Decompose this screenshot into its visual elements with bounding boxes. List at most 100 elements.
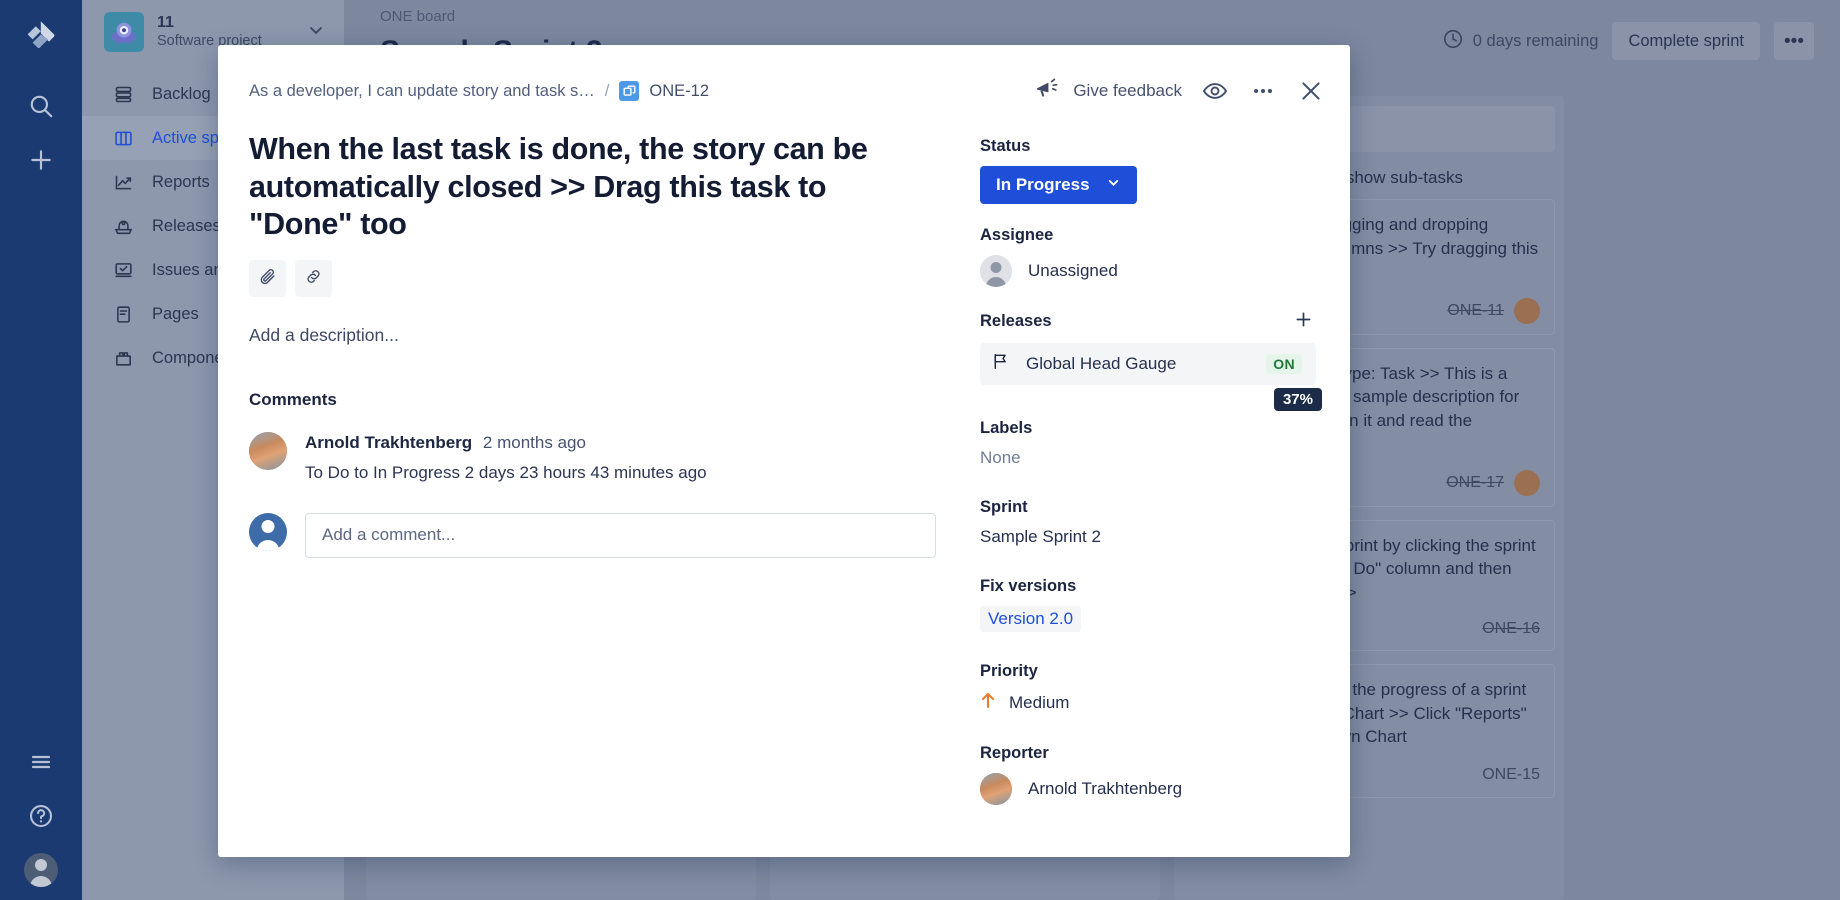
- releases-label: Releases: [980, 312, 1052, 331]
- field-status: Status In Progress: [980, 137, 1316, 204]
- more-options-icon[interactable]: [1248, 76, 1278, 106]
- field-reporter: Reporter Arnold Trakhtenberg: [980, 744, 1316, 805]
- rocket-avatar-icon: [104, 12, 144, 52]
- issues-icon: [112, 259, 134, 281]
- subtask-type-icon: [619, 81, 639, 101]
- link-icon: [304, 267, 323, 289]
- release-row[interactable]: Global Head Gauge ON 37%: [980, 343, 1316, 385]
- issue-key: ONE-15: [1482, 764, 1540, 786]
- give-feedback-button[interactable]: Give feedback: [1034, 77, 1182, 106]
- reports-icon: [112, 171, 134, 193]
- priority-value: Medium: [1009, 693, 1069, 713]
- assignee-value: Unassigned: [1028, 261, 1118, 281]
- breadcrumb: As a developer, I can update story and t…: [249, 81, 709, 101]
- issue-details-panel: Status In Progress Assignee Unassigned: [966, 115, 1350, 857]
- give-feedback-label: Give feedback: [1073, 81, 1182, 101]
- backlog-icon: [112, 83, 134, 105]
- field-sprint: Sprint Sample Sprint 2: [980, 498, 1316, 547]
- link-button[interactable]: [295, 260, 332, 297]
- global-rail: [0, 0, 82, 900]
- sidebar-item-label: Releases: [152, 217, 221, 236]
- attach-button[interactable]: [249, 260, 286, 297]
- project-name: 11: [157, 13, 293, 32]
- assignee-label: Assignee: [980, 226, 1316, 245]
- board-toolbar: 0 days remaining Complete sprint •••: [1442, 22, 1814, 60]
- add-comment-row: [249, 513, 936, 558]
- issue-detail-modal: As a developer, I can update story and t…: [218, 45, 1350, 857]
- menu-icon[interactable]: [19, 740, 63, 784]
- status-value: In Progress: [996, 175, 1090, 195]
- avatar: [980, 773, 1012, 805]
- flag-icon: [991, 352, 1010, 376]
- eye-icon[interactable]: [1200, 76, 1230, 106]
- chevron-down-icon: [1106, 175, 1121, 195]
- add-release-button[interactable]: [1291, 309, 1316, 334]
- megaphone-icon: [1034, 77, 1060, 106]
- priority-value-row[interactable]: Medium: [980, 691, 1316, 714]
- issue-key: ONE-16: [1482, 618, 1540, 640]
- field-labels: Labels None: [980, 419, 1316, 468]
- field-releases: Releases Global Head Gauge ON: [980, 309, 1316, 385]
- avatar: [980, 255, 1012, 287]
- days-remaining: 0 days remaining: [1442, 28, 1599, 55]
- chevron-down-icon[interactable]: [306, 20, 330, 45]
- components-icon: [112, 347, 134, 369]
- board-more-button[interactable]: •••: [1774, 22, 1814, 60]
- profile-avatar[interactable]: [19, 848, 63, 892]
- avatar: [1514, 298, 1540, 324]
- avatar: [249, 513, 287, 551]
- add-comment-input[interactable]: [305, 513, 936, 558]
- complete-sprint-button[interactable]: Complete sprint: [1612, 22, 1760, 60]
- modal-header-actions: Give feedback: [1034, 76, 1326, 106]
- days-remaining-label: 0 days remaining: [1473, 32, 1599, 51]
- release-progress-tooltip: 37%: [1274, 388, 1322, 411]
- status-label: Status: [980, 137, 1316, 156]
- labels-value[interactable]: None: [980, 448, 1316, 468]
- assignee-value-row[interactable]: Unassigned: [980, 255, 1316, 287]
- breadcrumb-separator: /: [605, 82, 610, 101]
- comment-author[interactable]: Arnold Trakhtenberg: [305, 433, 472, 452]
- status-badge[interactable]: In Progress: [980, 166, 1137, 204]
- issue-actions: [249, 260, 936, 297]
- sidebar-item-label: Backlog: [152, 85, 211, 104]
- jira-logo-icon[interactable]: [19, 14, 63, 58]
- list-item: Arnold Trakhtenberg 2 months ago To Do t…: [249, 432, 936, 483]
- reporter-value-row[interactable]: Arnold Trakhtenberg: [980, 773, 1316, 805]
- help-icon[interactable]: [19, 794, 63, 838]
- modal-body: When the last task is done, the story ca…: [218, 115, 1350, 857]
- priority-label: Priority: [980, 662, 1316, 681]
- issue-key: ONE-11: [1447, 300, 1504, 322]
- close-icon[interactable]: [1296, 76, 1326, 106]
- comment-body: To Do to In Progress 2 days 23 hours 43 …: [305, 463, 707, 483]
- release-status-badge: ON: [1266, 354, 1302, 374]
- avatar: [1514, 470, 1540, 496]
- priority-medium-arrow-icon: [980, 691, 996, 714]
- search-icon[interactable]: [19, 84, 63, 128]
- reporter-value: Arnold Trakhtenberg: [1028, 779, 1182, 799]
- breadcrumb-parent-link[interactable]: As a developer, I can update story and t…: [249, 82, 595, 101]
- reporter-label: Reporter: [980, 744, 1316, 763]
- breadcrumb-issue-key[interactable]: ONE-12: [649, 82, 709, 101]
- releases-icon: [112, 215, 134, 237]
- pages-icon: [112, 303, 134, 325]
- description-placeholder[interactable]: Add a description...: [249, 325, 936, 346]
- labels-label: Labels: [980, 419, 1316, 438]
- sprint-label: Sprint: [980, 498, 1316, 517]
- paperclip-icon: [258, 267, 277, 289]
- sidebar-item-label: Pages: [152, 305, 199, 324]
- field-fix-versions: Fix versions Version 2.0: [980, 577, 1316, 632]
- field-assignee: Assignee Unassigned: [980, 226, 1316, 287]
- sprint-value[interactable]: Sample Sprint 2: [980, 527, 1316, 547]
- fix-version-chip[interactable]: Version 2.0: [980, 606, 1081, 632]
- issue-key: ONE-17: [1446, 472, 1504, 494]
- create-icon[interactable]: [19, 138, 63, 182]
- page-title: When the last task is done, the story ca…: [249, 131, 936, 244]
- field-priority: Priority Medium: [980, 662, 1316, 714]
- comment-timestamp: 2 months ago: [483, 433, 586, 452]
- issue-main-panel: When the last task is done, the story ca…: [218, 115, 966, 857]
- avatar: [249, 432, 287, 470]
- modal-header: As a developer, I can update story and t…: [218, 45, 1350, 115]
- sidebar-item-label: Reports: [152, 173, 210, 192]
- release-name: Global Head Gauge: [1026, 354, 1176, 374]
- board-icon: [112, 127, 134, 149]
